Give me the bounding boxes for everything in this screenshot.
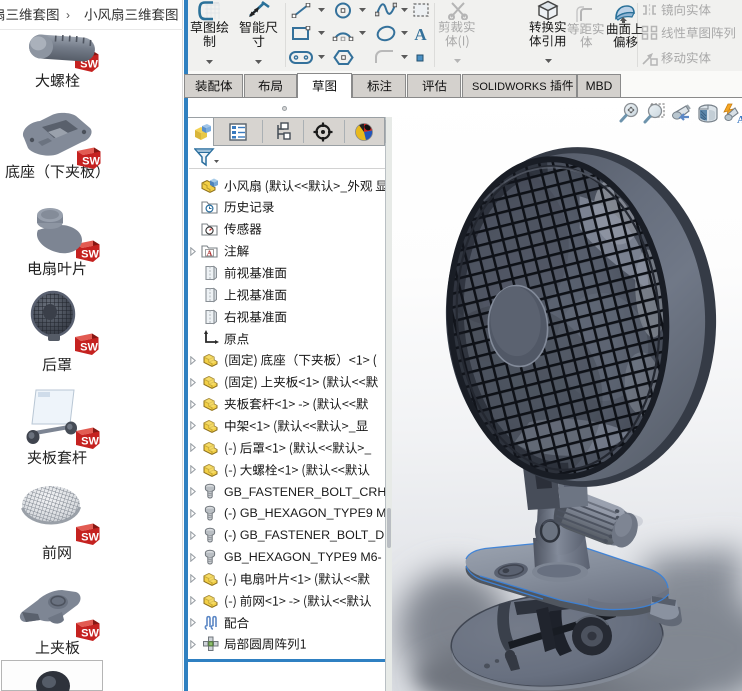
svg-text:SW: SW xyxy=(80,342,98,354)
svg-text:SW: SW xyxy=(81,436,99,448)
svg-text:A: A xyxy=(737,114,742,126)
svg-text:SW: SW xyxy=(81,532,99,544)
svg-text:A: A xyxy=(207,249,213,258)
svg-text:A: A xyxy=(414,25,427,42)
